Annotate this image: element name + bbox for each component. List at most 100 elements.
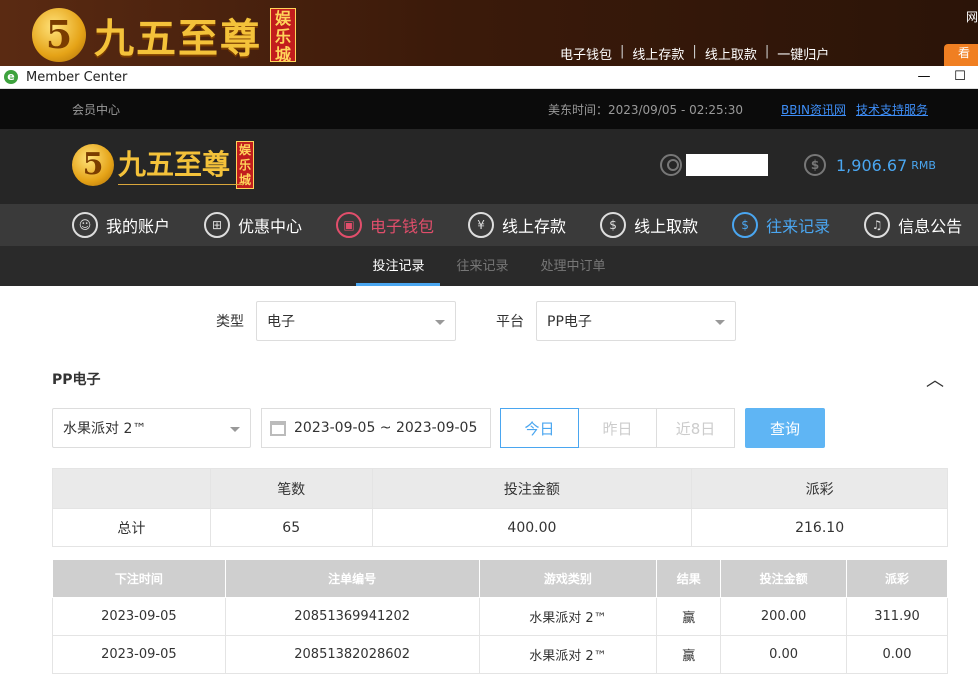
type-select[interactable]: 电子 (256, 301, 456, 341)
records-header: 投注金额 (720, 559, 848, 598)
result: 赢 (656, 597, 722, 636)
platform-select[interactable]: PP电子 (536, 301, 736, 341)
site-banner: 5 九五至尊 娱乐城 电子钱包 | 线上存款 | 线上取款 | 一键归户 网 看 (0, 0, 978, 66)
records-header: 下注时间 (52, 559, 226, 598)
nav-label: 线上取款 (634, 217, 699, 236)
minimize-button[interactable]: — (906, 66, 942, 88)
coin-icon: $ (804, 154, 826, 176)
records-header: 游戏类别 (478, 559, 658, 598)
result: 赢 (656, 635, 722, 674)
date-range-value: 2023-09-05 ~ 2023-09-05 (294, 420, 478, 436)
last-8-days-button[interactable]: 近8日 (656, 408, 735, 448)
main-nav: ☺ 我的账户 ⊞ 优惠中心 ▣ 电子钱包 ¥ 线上存款 $ 线上取款 $ 往来记录 ♫ 信息公… (0, 204, 978, 246)
tab-bet-records[interactable]: 投注记录 (356, 246, 441, 286)
site-right-label[interactable]: 网 (966, 8, 978, 25)
window-controls: — ☐ (906, 66, 978, 88)
summary-header: 笔数 (209, 468, 373, 509)
today-button[interactable]: 今日 (500, 408, 579, 448)
table-row[interactable]: 2023-09-05 20851369941202 水果派对 2™ 赢 200.… (52, 597, 948, 636)
bet-amount: 200.00 (720, 597, 848, 636)
site-nav-wallet[interactable]: 电子钱包 (552, 44, 620, 63)
records-header: 派彩 (846, 559, 948, 598)
tab-transactions[interactable]: 往来记录 (440, 246, 524, 286)
user-icon: ☺ (72, 212, 98, 238)
payout: 311.90 (846, 597, 948, 636)
yesterday-button[interactable]: 昨日 (578, 408, 657, 448)
user-icon (660, 154, 682, 176)
summary-table: 笔数 投注金额 派彩 总计 65 400.00 216.10 (52, 468, 948, 547)
query-row: 水果派对 2™ 2023-09-05 ~ 2023-09-05 今日 昨日 近8… (52, 408, 948, 448)
game-select[interactable]: 水果派对 2™ (52, 408, 251, 448)
bet-time: 2023-09-05 (52, 597, 226, 636)
logo-mark: 5 (32, 8, 86, 62)
site-nav-deposit[interactable]: 线上存款 (624, 44, 692, 63)
tab-pending-orders[interactable]: 处理中订单 (525, 246, 622, 286)
site-nav-withdraw[interactable]: 线上取款 (697, 44, 765, 63)
game-value: 水果派对 2™ (63, 421, 147, 437)
topbar: 会员中心 美东时间：2023/09/05 - 02:25:30 BBIN资讯网 … (0, 89, 978, 129)
records-header: 结果 (656, 559, 722, 598)
summary-row: 总计 65 400.00 216.10 (52, 508, 948, 547)
type-value: 电子 (267, 314, 295, 330)
server-time: 美东时间：2023/09/05 - 02:25:30 (547, 102, 743, 117)
nav-label: 线上存款 (502, 217, 567, 236)
nav-deposit[interactable]: ¥ 线上存款 (468, 212, 566, 238)
summary-cell: 总计 (52, 508, 211, 547)
calendar-icon (270, 420, 286, 436)
chevron-up-icon[interactable]: ︿ (926, 366, 944, 392)
site-nav: 电子钱包 | 线上存款 | 线上取款 | 一键归户 (552, 44, 837, 63)
table-row[interactable]: 2023-09-05 20851382028602 水果派对 2™ 赢 0.00… (52, 635, 948, 674)
summary-header: 投注金额 (371, 468, 693, 509)
summary-cell: 400.00 (371, 508, 693, 547)
nav-withdraw[interactable]: $ 线上取款 (600, 212, 698, 238)
deposit-icon: ¥ (468, 212, 495, 238)
summary-header: 派彩 (691, 468, 948, 509)
member-center-label: 会员中心 (72, 102, 121, 117)
filter-row: 类型 电子 平台 PP电子 (52, 296, 948, 346)
nav-promotions[interactable]: ⊞ 优惠中心 (204, 212, 302, 238)
nav-wallet[interactable]: ▣ 电子钱包 (336, 212, 434, 238)
balance-currency: RMB (911, 158, 936, 172)
browser-icon: e (4, 70, 18, 84)
records-header-row: 下注时间 注单编号 游戏类别 结果 投注金额 派彩 (52, 559, 948, 598)
summary-cell: 65 (209, 508, 373, 547)
game-type: 水果派对 2™ (478, 597, 658, 636)
summary-header-row: 笔数 投注金额 派彩 (52, 468, 948, 509)
records-icon: $ (732, 212, 759, 238)
window-titlebar: e Member Center — ☐ (0, 66, 978, 89)
payout: 0.00 (846, 635, 948, 674)
records-table: 下注时间 注单编号 游戏类别 结果 投注金额 派彩 2023-09-05 208… (52, 559, 948, 674)
site-nav-consolidate[interactable]: 一键归户 (769, 44, 837, 63)
chevron-down-icon (435, 320, 445, 325)
logo-badge: 娱乐城 (270, 8, 296, 64)
maximize-button[interactable]: ☐ (942, 66, 978, 88)
logo-text: 九五至尊 (94, 15, 262, 62)
nav-records[interactable]: $ 往来记录 (732, 212, 830, 238)
platform-label: 平台 (496, 314, 524, 330)
header-logo[interactable]: 5 九五至尊 娱乐城 (72, 141, 255, 189)
nav-label: 优惠中心 (238, 217, 303, 236)
member-center-window: e Member Center — ☐ 会员中心 美东时间：2023/09/05… (0, 66, 978, 674)
window-title: Member Center (26, 69, 128, 85)
nav-my-account[interactable]: ☺ 我的账户 (72, 212, 170, 238)
account-summary: $ 1,906.67 RMB (660, 154, 936, 176)
site-logo[interactable]: 5 九五至尊 娱乐城 (32, 6, 296, 64)
tech-support-link[interactable]: 技术支持服务 (856, 101, 928, 118)
summary-header (52, 468, 211, 509)
bet-id: 20851382028602 (224, 635, 480, 674)
withdraw-icon: $ (600, 212, 627, 238)
bbin-news-link[interactable]: BBIN资讯网 (781, 101, 846, 118)
wallet-icon: ▣ (336, 212, 363, 238)
chevron-down-icon (230, 427, 240, 432)
section-header: PP电子 ︿ (52, 366, 948, 392)
game-type: 水果派对 2™ (478, 635, 658, 674)
nav-label: 电子钱包 (370, 217, 435, 236)
summary-cell: 216.10 (691, 508, 948, 547)
logo-underline (118, 175, 244, 185)
nav-announcements[interactable]: ♫ 信息公告 (864, 212, 962, 238)
date-range-input[interactable]: 2023-09-05 ~ 2023-09-05 (261, 408, 491, 448)
query-button[interactable]: 查询 (745, 408, 825, 448)
logo-mark: 5 (72, 144, 114, 186)
records-header: 注单编号 (224, 559, 480, 598)
site-orange-button[interactable]: 看 (944, 44, 978, 66)
